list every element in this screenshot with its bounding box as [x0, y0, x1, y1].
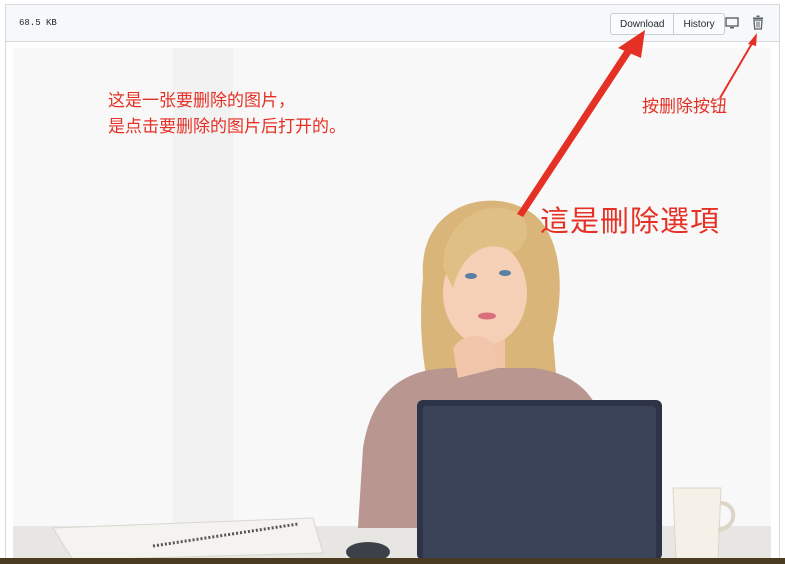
bottom-strip: [0, 558, 785, 564]
annotation-delete-button: 按删除按钮: [642, 97, 727, 117]
file-size: 68.5 KB: [19, 18, 57, 28]
annotation-main: 这是一张要删除的图片， 是点击要删除的图片后打开的。: [108, 88, 346, 140]
history-button[interactable]: History: [674, 13, 725, 35]
trash-icon[interactable]: [752, 15, 764, 30]
annotation-delete-option: 這是刪除選項: [540, 204, 721, 238]
annotation-main-line1: 这是一张要删除的图片，: [108, 91, 295, 111]
download-button[interactable]: Download: [610, 13, 675, 35]
file-header: 68.5 KB Download History: [6, 5, 779, 42]
desktop-icon[interactable]: [725, 16, 739, 30]
annotation-main-line2: 是点击要删除的图片后打开的。: [108, 117, 346, 137]
file-actions: Download History: [610, 13, 725, 35]
